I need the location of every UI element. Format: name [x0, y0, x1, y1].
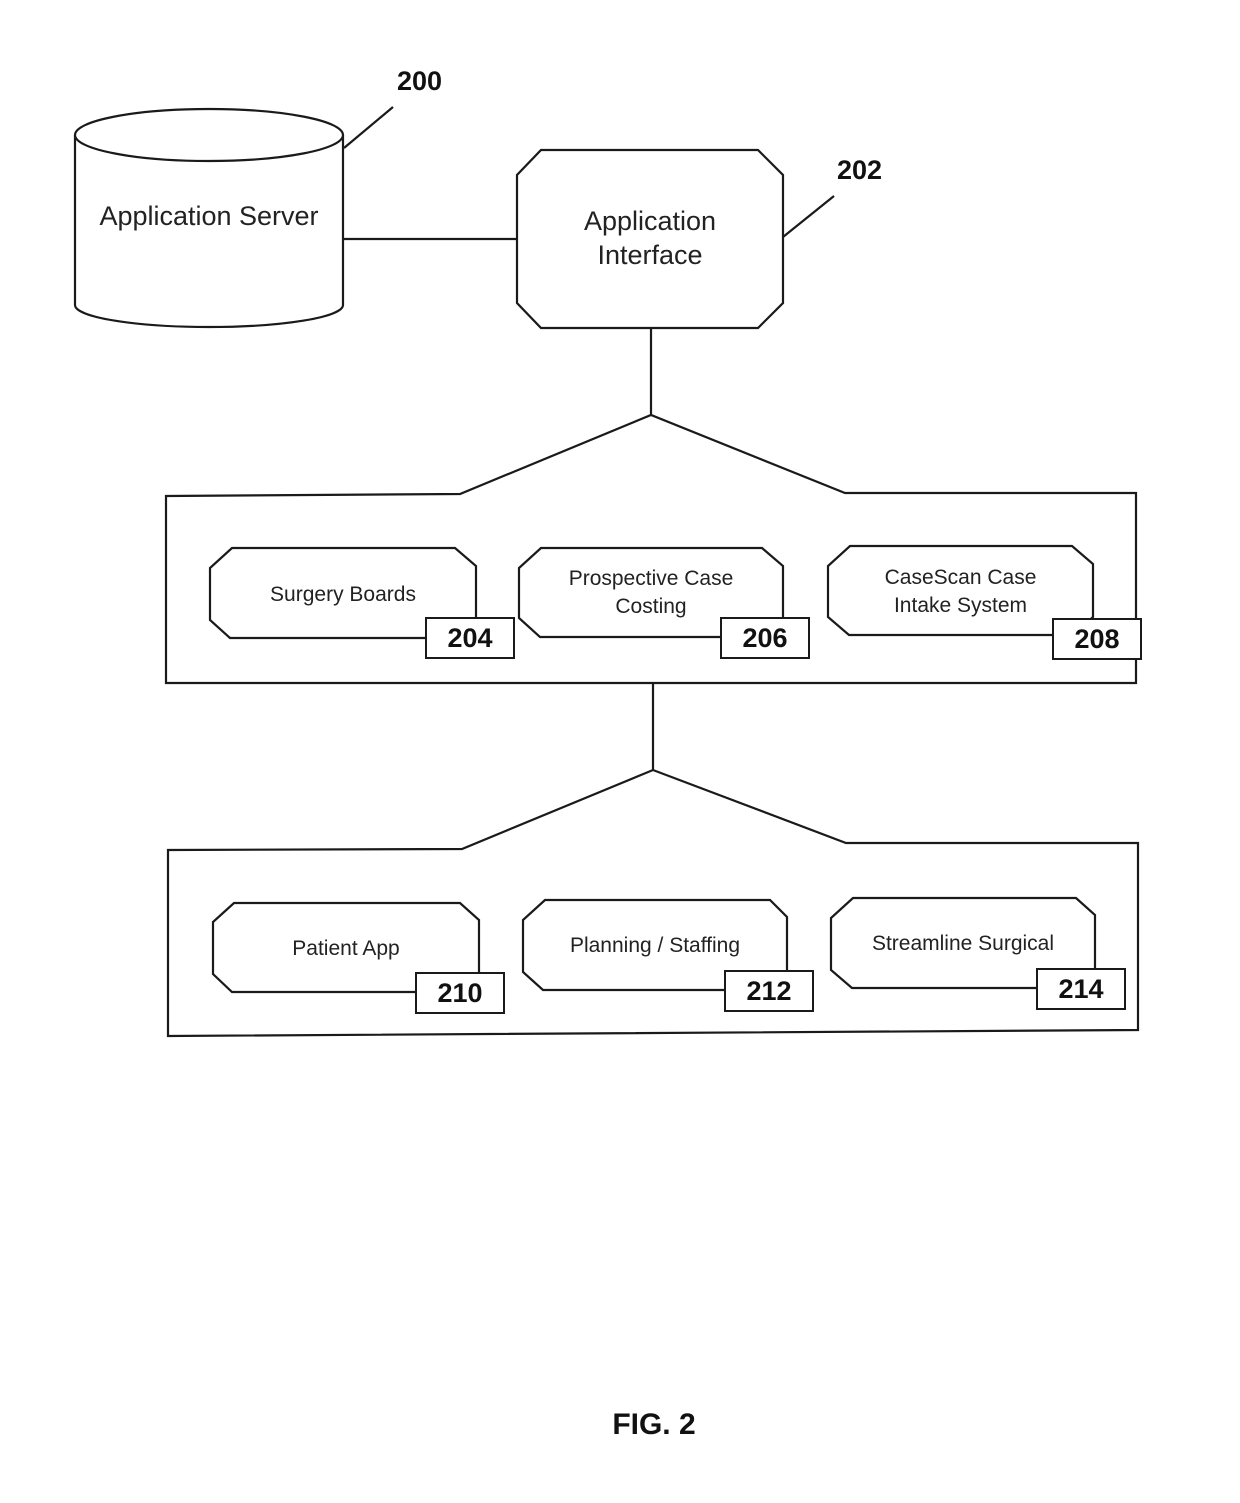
- ref-box-208: 208: [1052, 618, 1142, 660]
- ref-box-210: 210: [415, 972, 505, 1014]
- application-interface-label: Application Interface: [517, 205, 783, 272]
- application-interface-label-line2: Interface: [597, 240, 703, 271]
- leader-line-202: [782, 195, 835, 238]
- module-label-line: Intake System: [893, 594, 1028, 618]
- ref-numeral-200: 200: [397, 66, 443, 96]
- module-label-line: Prospective Case: [568, 567, 734, 590]
- module-label-planning-staffing: Planning / Staffing: [523, 933, 787, 958]
- application-server-label: Application Server: [99, 201, 319, 231]
- module-label-surgery-boards: Surgery Boards: [210, 582, 476, 607]
- module-label-streamline-surgical: Streamline Surgical: [831, 931, 1095, 956]
- ref-box-212: 212: [724, 970, 814, 1012]
- module-label-line: Planning / Staffing: [569, 934, 741, 957]
- leader-line-200: [343, 106, 394, 149]
- module-label-line: Costing: [615, 595, 687, 619]
- ref-box-204: 204: [425, 617, 515, 659]
- ref-box-206: 206: [720, 617, 810, 659]
- ref-numeral-202: 202: [837, 155, 883, 185]
- figure-caption: FIG. 2: [612, 1408, 696, 1441]
- module-label-line: Streamline Surgical: [871, 932, 1055, 955]
- module-label-prospective-case-costing: Prospective Case Costing: [519, 566, 783, 619]
- module-label-line: Patient App: [292, 937, 400, 960]
- ref-box-214: 214: [1036, 968, 1126, 1010]
- module-label-casescan-intake: CaseScan Case Intake System: [828, 565, 1093, 618]
- application-interface-label-line1: Application: [583, 206, 717, 236]
- module-label-line: Surgery Boards: [270, 583, 416, 606]
- module-label-patient-app: Patient App: [213, 936, 479, 961]
- module-label-line: CaseScan Case: [884, 566, 1037, 589]
